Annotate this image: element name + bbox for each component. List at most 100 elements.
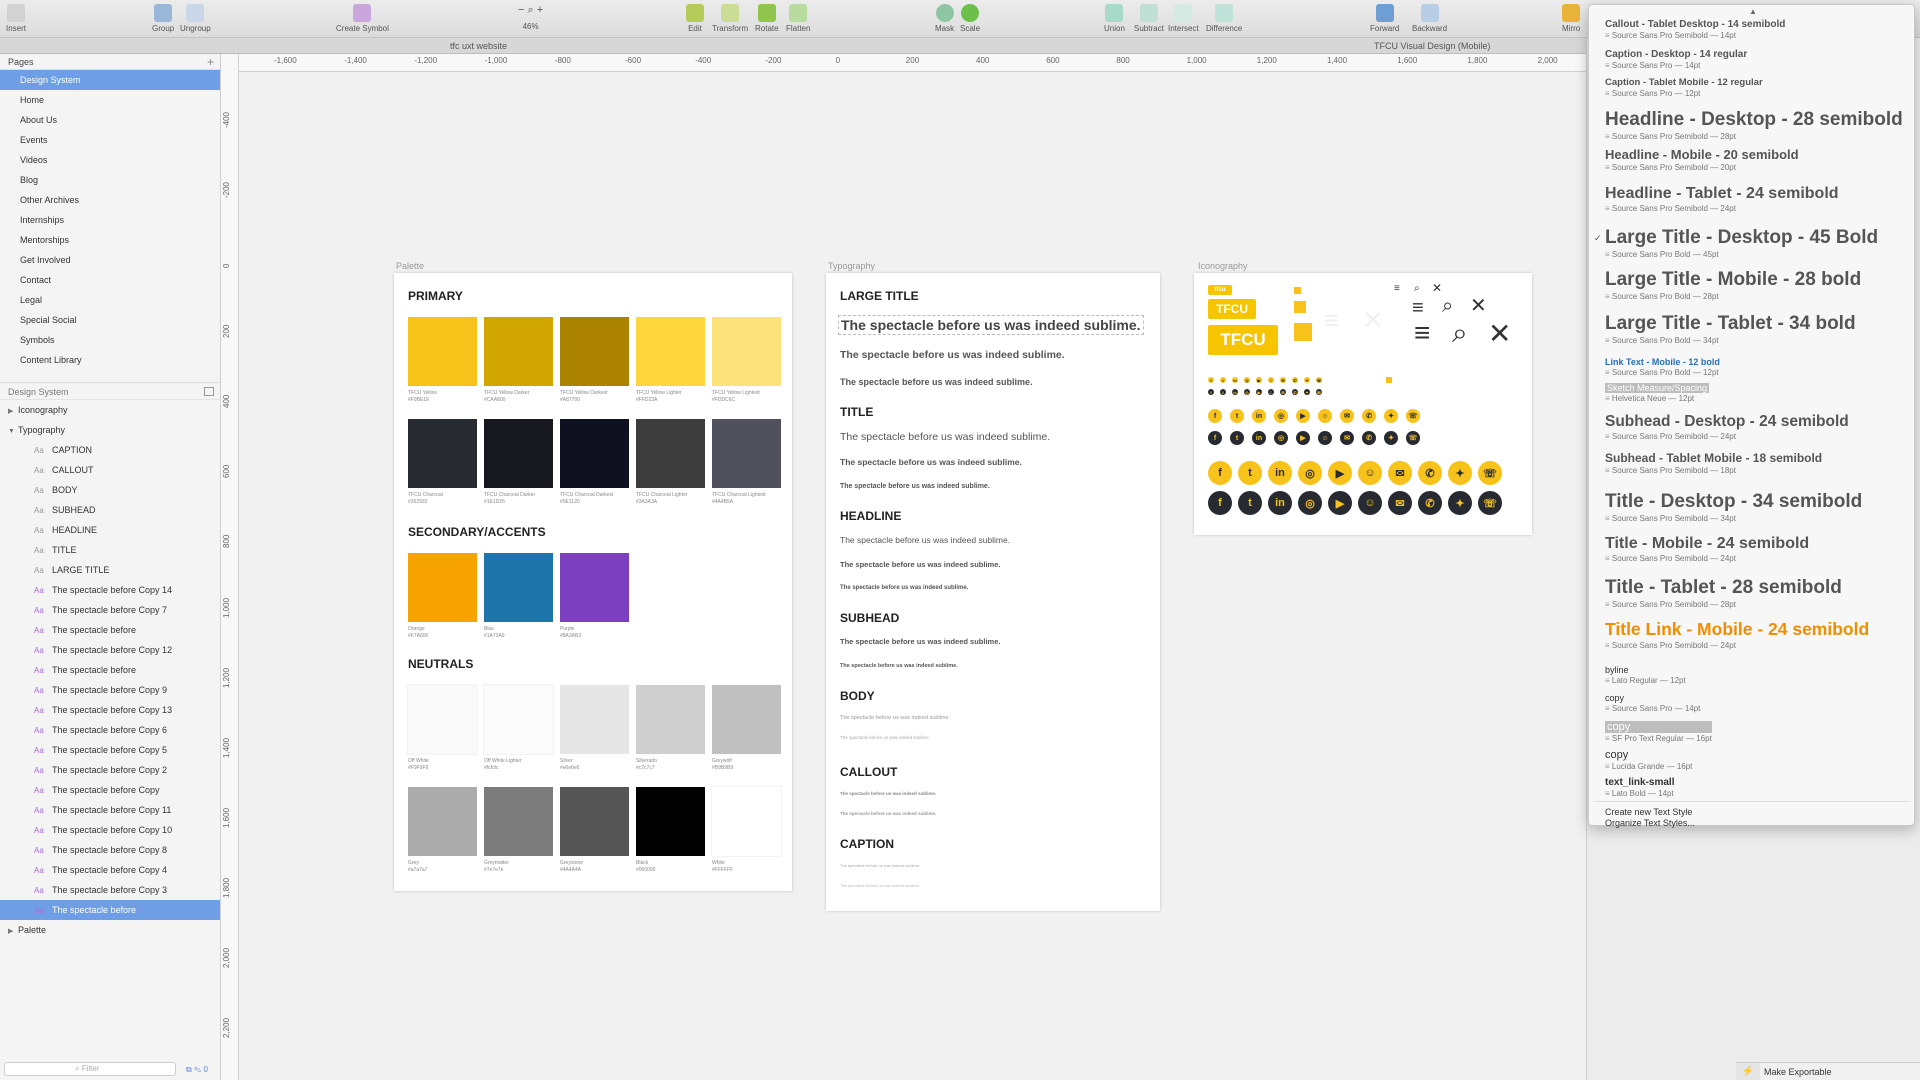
layer-text-symbol[interactable]: Aa The spectacle before Copy 2 <box>0 760 220 780</box>
page-item[interactable]: Content Library <box>0 350 220 370</box>
layer-text-symbol[interactable]: Aa The spectacle before <box>0 620 220 640</box>
rotate-button[interactable]: Rotate <box>755 4 779 33</box>
insert-button[interactable]: Insert <box>6 4 26 33</box>
artboard-label-typography[interactable]: Typography <box>828 261 875 271</box>
text-style-menu-item[interactable]: Large Title - Mobile - 28 boldSource San… <box>1605 269 1861 301</box>
disclosure-right-icon[interactable]: ▶ <box>8 402 18 422</box>
text-style-menu-item[interactable]: Headline - Mobile - 20 semiboldSource Sa… <box>1605 147 1799 172</box>
color-swatch[interactable] <box>484 553 553 622</box>
page-item[interactable]: Special Social <box>0 310 220 330</box>
color-swatch[interactable] <box>484 787 553 856</box>
subtract-button[interactable]: Subtract <box>1134 4 1164 33</box>
layer-text-symbol[interactable]: Aa The spectacle before Copy <box>0 780 220 800</box>
text-style-menu-item[interactable]: Title - Mobile - 24 semiboldSource Sans … <box>1605 535 1809 563</box>
tab-tfcu-visual-design[interactable]: TFCU Visual Design (Mobile) <box>1374 41 1490 51</box>
artboard-palette[interactable]: PRIMARY TFCU Yellow #F9BE1E TFCU Yellow Da… <box>394 273 792 891</box>
group-button[interactable]: Group <box>152 4 174 33</box>
text-style-menu-item[interactable]: Large Title - Tablet - 34 boldSource San… <box>1605 313 1856 345</box>
layer-text-style[interactable]: Aa TITLE <box>0 540 220 560</box>
flatten-button[interactable]: Flatten <box>786 4 810 33</box>
color-swatch[interactable] <box>712 317 781 386</box>
color-swatch[interactable] <box>407 684 478 755</box>
color-swatch[interactable] <box>712 685 781 754</box>
color-swatch[interactable] <box>560 317 629 386</box>
layer-text-symbol[interactable]: Aa The spectacle before <box>0 900 220 920</box>
text-style-menu-item[interactable]: Headline - Tablet - 24 semiboldSource Sa… <box>1605 185 1839 213</box>
page-item[interactable]: Internships <box>0 210 220 230</box>
text-style-menu-item[interactable]: bylineLato Regular — 12pt <box>1605 665 1686 685</box>
text-style-menu-item[interactable]: Subhead - Desktop - 24 semiboldSource Sa… <box>1605 413 1849 441</box>
lightning-icon[interactable]: ⚡ <box>1736 1062 1760 1080</box>
color-swatch[interactable] <box>712 419 781 488</box>
color-swatch[interactable] <box>408 317 477 386</box>
color-swatch[interactable] <box>484 317 553 386</box>
add-page-icon[interactable]: + <box>207 55 214 69</box>
page-item[interactable]: Legal <box>0 290 220 310</box>
layer-text-symbol[interactable]: Aa The spectacle before Copy 13 <box>0 700 220 720</box>
mask-button[interactable]: Mask <box>935 4 954 33</box>
layer-text-symbol[interactable]: Aa The spectacle before Copy 9 <box>0 680 220 700</box>
text-style-menu-item[interactable]: Title - Desktop - 34 semiboldSource Sans… <box>1605 491 1862 523</box>
artboard-typography[interactable]: LARGE TITLE The spectacle before us was … <box>826 273 1160 911</box>
layer-text-symbol[interactable]: Aa The spectacle before Copy 3 <box>0 880 220 900</box>
layer-text-symbol[interactable]: Aa The spectacle before Copy 11 <box>0 800 220 820</box>
page-item[interactable]: Home <box>0 90 220 110</box>
layer-text-symbol[interactable]: Aa The spectacle before Copy 12 <box>0 640 220 660</box>
zoom-control[interactable]: − ⌕ + 46% <box>518 4 543 31</box>
filter-input[interactable]: ⌕ Filter <box>4 1062 176 1076</box>
text-style-menu-item[interactable]: copySF Pro Text Regular — 16pt <box>1605 721 1712 743</box>
transform-button[interactable]: Transform <box>712 4 748 33</box>
artboard-label-iconography[interactable]: Iconography <box>1198 261 1248 271</box>
layer-text-symbol[interactable]: Aa The spectacle before Copy 5 <box>0 740 220 760</box>
color-swatch[interactable] <box>711 786 782 857</box>
layer-text-symbol[interactable]: Aa The spectacle before Copy 14 <box>0 580 220 600</box>
text-style-menu-item[interactable]: Title Link - Mobile - 24 semiboldSource … <box>1605 619 1869 650</box>
page-item[interactable]: Get Involved <box>0 250 220 270</box>
layer-text-symbol[interactable]: Aa The spectacle before Copy 4 <box>0 860 220 880</box>
scale-button[interactable]: Scale <box>960 4 980 33</box>
make-exportable-button[interactable]: Make Exportable <box>1760 1062 1920 1080</box>
typo-large-title-sample-1[interactable]: The spectacle before us was indeed subli… <box>838 315 1144 335</box>
tab-tfc-uxt-website[interactable]: tfc uxt website <box>450 41 507 51</box>
text-style-menu-item[interactable]: Sketch Measure/SpacingHelvetica Neue — 1… <box>1605 383 1710 403</box>
color-swatch[interactable] <box>408 419 477 488</box>
zoom-plus-button[interactable]: + <box>537 4 543 16</box>
page-item[interactable]: Symbols <box>0 330 220 350</box>
collapse-icon[interactable] <box>204 387 214 396</box>
text-style-menu-item[interactable]: copyLucida Grande — 16pt <box>1605 749 1692 771</box>
mirror-button[interactable]: Mirro <box>1562 4 1580 33</box>
page-item[interactable]: Mentorships <box>0 230 220 250</box>
layer-text-symbol[interactable]: Aa The spectacle before <box>0 660 220 680</box>
page-item[interactable]: About Us <box>0 110 220 130</box>
text-style-menu-item[interactable]: text_link-smallLato Bold — 14pt <box>1605 777 1674 798</box>
canvas[interactable]: Palette PRIMARY TFCU Yellow #F9BE1E TFCU Y… <box>240 73 1586 1080</box>
backward-button[interactable]: Backward <box>1412 4 1447 33</box>
layer-group-iconography[interactable]: ▶ Iconography <box>0 400 220 420</box>
text-style-menu-item[interactable]: Link Text - Mobile - 12 boldSource Sans … <box>1605 357 1720 377</box>
zoom-minus-button[interactable]: − <box>518 4 524 16</box>
color-swatch[interactable] <box>636 317 705 386</box>
text-style-menu-item[interactable]: Caption - Tablet Mobile - 12 regularSour… <box>1605 77 1763 98</box>
text-style-menu-item[interactable]: Subhead - Tablet Mobile - 18 semiboldSou… <box>1605 451 1822 475</box>
text-style-menu-item[interactable]: ✓Large Title - Desktop - 45 BoldSource S… <box>1594 227 1878 259</box>
color-swatch[interactable] <box>408 553 477 622</box>
color-swatch[interactable] <box>408 787 477 856</box>
text-style-menu-item[interactable]: copySource Sans Pro — 14pt <box>1605 693 1700 713</box>
color-swatch[interactable] <box>560 685 629 754</box>
organize-text-styles-item[interactable]: Organize Text Styles... <box>1605 818 1695 828</box>
layer-text-symbol[interactable]: Aa The spectacle before Copy 8 <box>0 840 220 860</box>
artboard-label-palette[interactable]: Palette <box>396 261 424 271</box>
layer-text-style[interactable]: Aa SUBHEAD <box>0 500 220 520</box>
text-style-menu-item[interactable]: Title - Tablet - 28 semiboldSource Sans … <box>1605 577 1842 609</box>
layer-text-style[interactable]: Aa LARGE TITLE <box>0 560 220 580</box>
layer-text-style[interactable]: Aa CALLOUT <box>0 460 220 480</box>
layer-text-symbol[interactable]: Aa The spectacle before Copy 10 <box>0 820 220 840</box>
layer-text-symbol[interactable]: Aa The spectacle before Copy 6 <box>0 720 220 740</box>
layer-text-symbol[interactable]: Aa The spectacle before Copy 7 <box>0 600 220 620</box>
disclosure-down-icon[interactable]: ▼ <box>8 422 18 442</box>
edit-button[interactable]: Edit <box>686 4 704 33</box>
union-button[interactable]: Union <box>1104 4 1125 33</box>
intersect-button[interactable]: Intersect <box>1168 4 1199 33</box>
color-swatch[interactable] <box>636 787 705 856</box>
artboard-iconography[interactable]: tfcu TFCU TFCU ≡ ⌕ ✕ ≡ ⌕ ✕ ≡ ⌕ ✕ ≡ ✕ fti… <box>1194 273 1532 535</box>
